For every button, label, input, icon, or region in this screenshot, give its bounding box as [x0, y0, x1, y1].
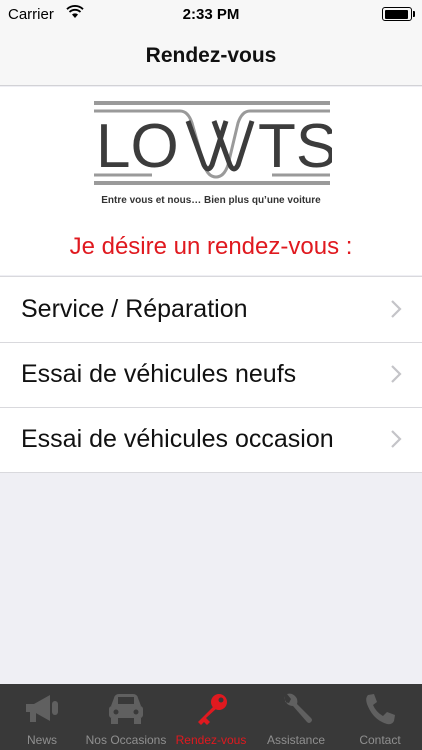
- svg-text:LO: LO: [96, 112, 179, 181]
- nav-bar: Rendez-vous: [0, 30, 422, 86]
- chevron-right-icon: [390, 429, 402, 454]
- chevron-right-icon: [390, 364, 402, 389]
- phone-icon: [362, 692, 398, 731]
- appointment-menu: Service / Réparation Essai de véhicules …: [0, 276, 422, 473]
- clock: 2:33 PM: [182, 6, 240, 23]
- tab-news[interactable]: News: [0, 684, 84, 750]
- menu-item-label: Essai de véhicules neufs: [21, 360, 297, 388]
- svg-text:TS: TS: [258, 112, 332, 181]
- menu-item-new-vehicles[interactable]: Essai de véhicules neufs: [0, 342, 422, 407]
- page-title: Rendez-vous: [145, 44, 277, 67]
- tab-label: Nos Occasions: [85, 733, 167, 747]
- tagline: Entre vous et nous… Bien plus qu’une voi…: [101, 195, 321, 206]
- status-bar: Carrier 2:33 PM: [0, 0, 422, 30]
- lovats-logo: LO TS: [92, 99, 337, 194]
- car-icon: [107, 692, 145, 731]
- megaphone-icon: [22, 692, 62, 731]
- tab-bar: News Nos Occasions Rendez-vous Assistanc…: [0, 684, 422, 750]
- key-icon: [192, 692, 230, 733]
- tab-label: Assistance: [266, 733, 326, 747]
- tab-contact[interactable]: Contact: [338, 684, 422, 750]
- tab-assistance[interactable]: Assistance: [254, 684, 338, 750]
- header-panel: LO TS Entre vous et nous… Bien plus qu’u…: [0, 87, 422, 275]
- tab-rendez-vous[interactable]: Rendez-vous: [168, 684, 254, 750]
- wrench-icon: [279, 692, 313, 731]
- tab-label: Rendez-vous: [175, 733, 247, 747]
- tab-label: News: [26, 733, 57, 747]
- tab-nos-occasions[interactable]: Nos Occasions: [84, 684, 168, 750]
- menu-item-label: Essai de véhicules occasion: [21, 425, 334, 453]
- menu-item-service[interactable]: Service / Réparation: [0, 277, 422, 342]
- battery-icon: [382, 7, 415, 21]
- appointment-prompt: Je désire un rendez-vous :: [69, 233, 353, 260]
- menu-item-label: Service / Réparation: [21, 295, 248, 323]
- tab-label: Contact: [359, 733, 401, 747]
- chevron-right-icon: [390, 299, 402, 324]
- menu-item-used-vehicles[interactable]: Essai de véhicules occasion: [0, 407, 422, 472]
